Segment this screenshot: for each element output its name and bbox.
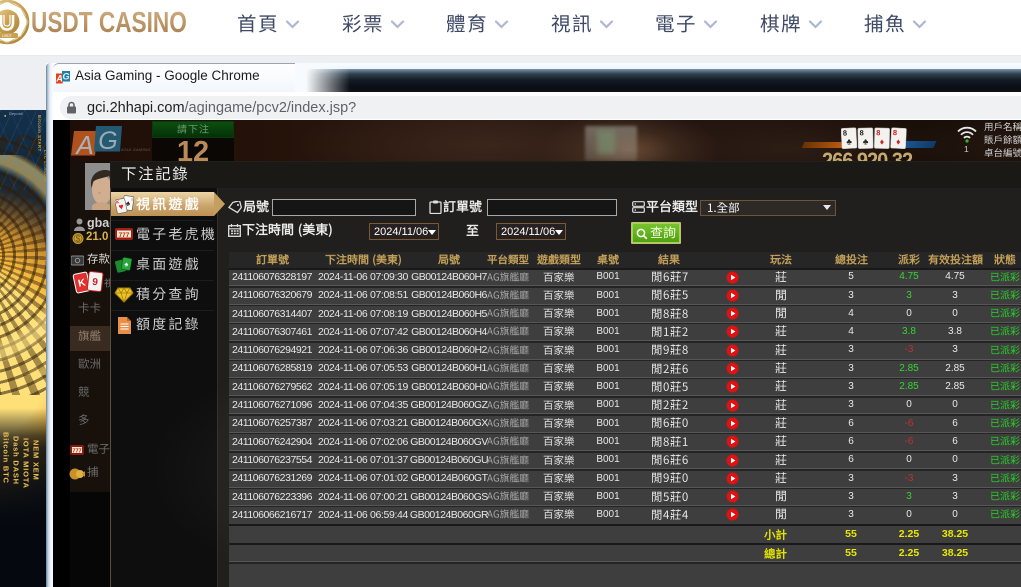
svg-text:$: $ <box>76 235 81 244</box>
svg-text:♣: ♣ <box>863 136 869 146</box>
svg-text:777: 777 <box>72 448 81 454</box>
svg-text:G: G <box>62 72 69 82</box>
svg-text:777: 777 <box>119 232 130 239</box>
svg-text:G: G <box>98 127 117 155</box>
svg-text:USDT: USDT <box>2 34 13 38</box>
svg-text:A: A <box>74 130 93 159</box>
svg-text:♣: ♣ <box>846 136 853 146</box>
